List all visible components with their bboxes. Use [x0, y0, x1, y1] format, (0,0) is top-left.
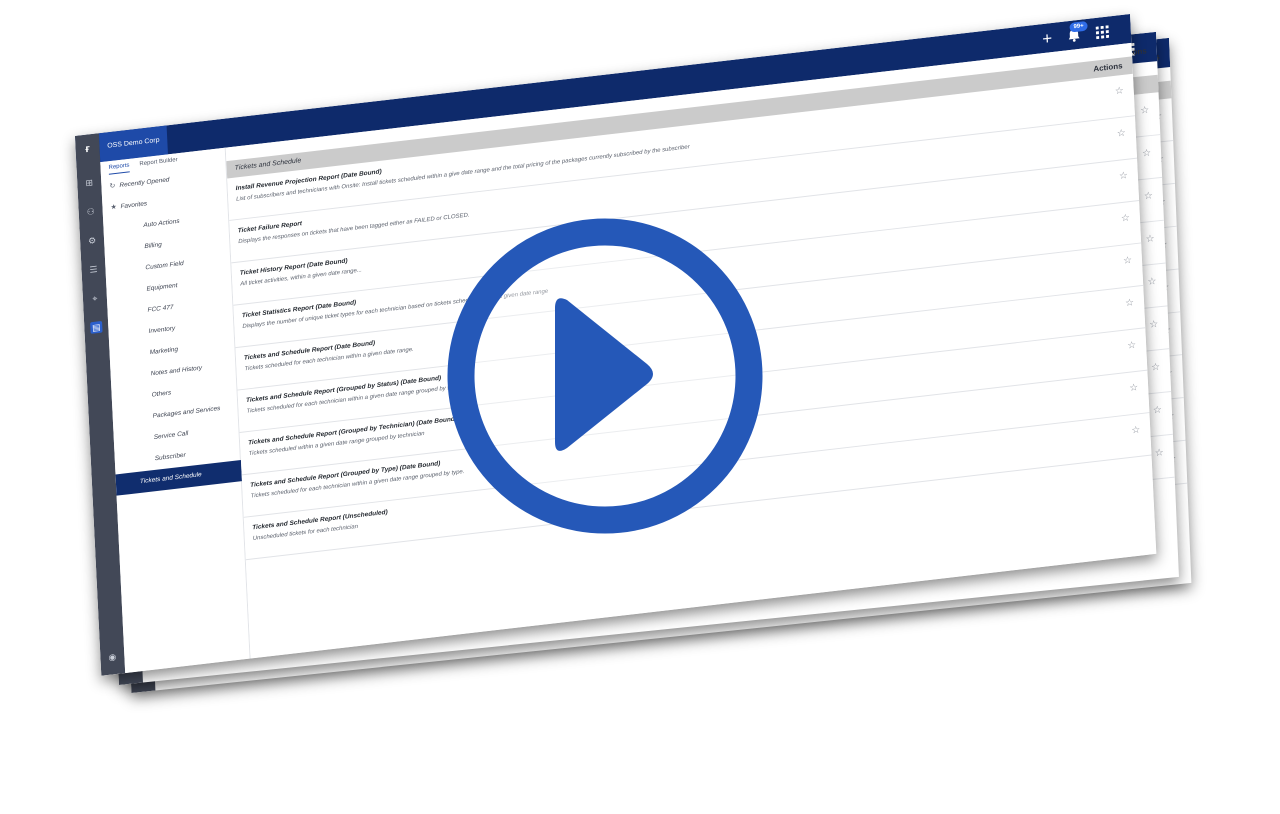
- sidebar-item-label: Recently Opened: [119, 176, 170, 189]
- history-icon: ↻: [109, 182, 116, 191]
- user-nav-icon[interactable]: ⚇: [84, 205, 97, 218]
- help-nav-icon[interactable]: ◉: [106, 651, 119, 664]
- plus-icon[interactable]: +: [1042, 28, 1053, 47]
- tab-reports[interactable]: Reports: [108, 158, 130, 175]
- star-icon[interactable]: ☆: [1119, 170, 1128, 182]
- star-icon[interactable]: ☆: [1121, 213, 1130, 225]
- location-nav-icon[interactable]: ⌖: [89, 292, 102, 305]
- star-icon[interactable]: ☆: [1127, 340, 1136, 352]
- logo-icon: ғ: [85, 143, 91, 156]
- star-icon[interactable]: ☆: [1149, 319, 1158, 331]
- list-nav-icon[interactable]: ☰: [87, 263, 100, 276]
- star-icon[interactable]: ☆: [1125, 298, 1134, 310]
- reports-nav-icon[interactable]: ▤: [90, 320, 103, 334]
- star-icon[interactable]: ☆: [1145, 233, 1154, 245]
- sidebar-item-label: Favorites: [120, 200, 148, 211]
- apps-grid-icon[interactable]: [1095, 24, 1110, 39]
- notification-badge: 99+: [1069, 20, 1088, 33]
- bell-icon[interactable]: 99+: [1066, 20, 1088, 43]
- star-icon[interactable]: ☆: [1131, 425, 1140, 437]
- star-icon[interactable]: ☆: [1142, 148, 1151, 160]
- reports-sidebar: Reports Report Builder ↻ Recently Opened …: [100, 147, 251, 674]
- star-icon[interactable]: ☆: [1117, 128, 1126, 140]
- star-filled-icon: ★: [110, 203, 117, 212]
- star-icon[interactable]: ☆: [1129, 382, 1138, 394]
- star-icon[interactable]: ☆: [1144, 191, 1153, 203]
- star-icon[interactable]: ☆: [1147, 276, 1156, 288]
- play-button[interactable]: [443, 214, 767, 538]
- settings-nav-icon[interactable]: ⚙: [86, 234, 99, 247]
- star-icon[interactable]: ☆: [1153, 405, 1162, 417]
- star-icon[interactable]: ☆: [1140, 105, 1149, 117]
- star-icon[interactable]: ☆: [1151, 362, 1160, 374]
- star-icon[interactable]: ☆: [1123, 255, 1132, 267]
- star-icon[interactable]: ☆: [1154, 447, 1163, 459]
- star-icon[interactable]: ☆: [1115, 86, 1124, 98]
- video-thumbnail: Actions ☆ ☆ ☆ ☆ ☆ ☆ ☆ ☆ ☆ Actions ☆ ☆ ☆ …: [0, 0, 1280, 814]
- grid-nav-icon[interactable]: ⊞: [83, 176, 96, 189]
